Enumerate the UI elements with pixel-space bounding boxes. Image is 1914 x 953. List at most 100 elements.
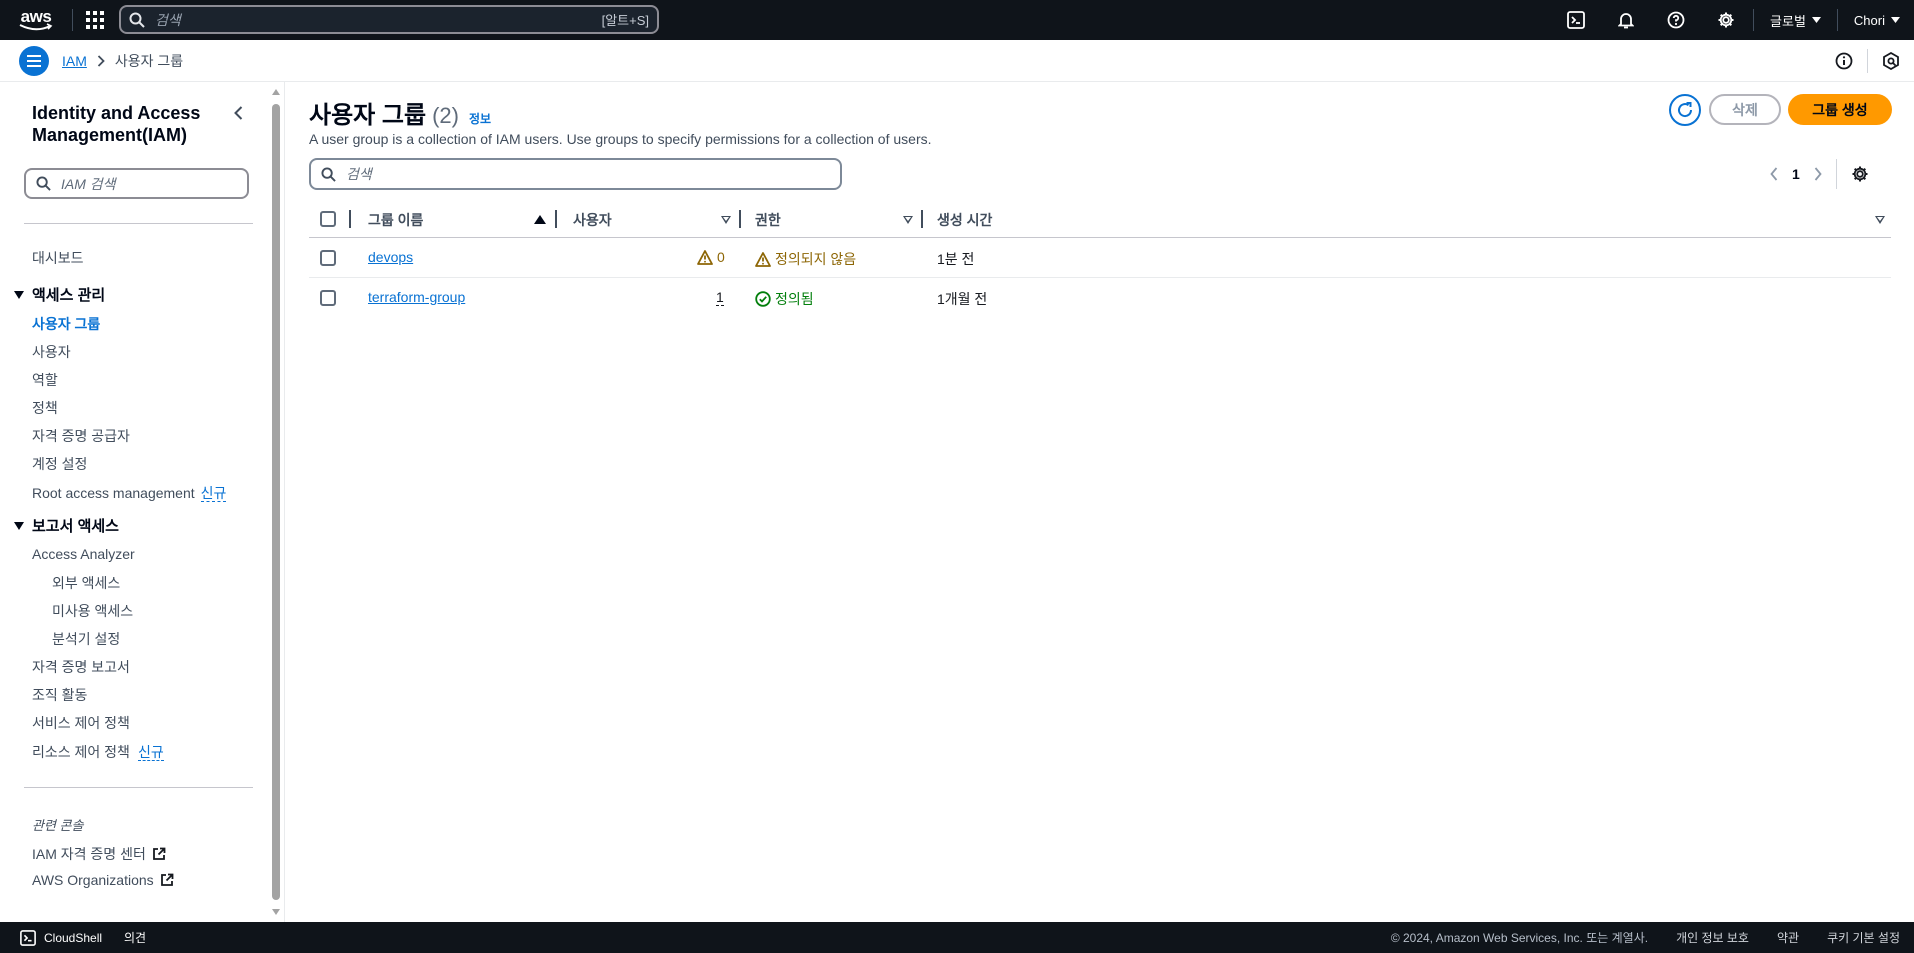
sidebar-scrollbar[interactable]: [271, 88, 281, 918]
sidebar-item-roles[interactable]: 역할: [32, 370, 58, 390]
column-header-users[interactable]: 사용자: [573, 210, 612, 230]
row-checkbox[interactable]: [320, 250, 336, 266]
permission-status: 정의되지 않음: [775, 251, 857, 267]
created-cell: 1분 전: [937, 251, 975, 267]
iam-search-placeholder: IAM 검색: [61, 175, 116, 192]
link-label: AWS Organizations: [32, 872, 154, 888]
column-header-created[interactable]: 생성 시간: [937, 210, 992, 230]
warning-icon: [755, 251, 771, 267]
sidebar-item-credential-report[interactable]: 자격 증명 보고서: [32, 657, 130, 677]
sort-icon[interactable]: [721, 216, 731, 224]
global-search-placeholder: 검색: [155, 11, 181, 28]
related-consoles-heading: 관련 콘솔: [32, 818, 84, 833]
collapse-sidebar-icon[interactable]: [228, 103, 248, 123]
sort-icon[interactable]: [903, 216, 913, 224]
sidebar: Identity and Access Management(IAM) IAM …: [0, 82, 285, 922]
bell-icon[interactable]: [1601, 0, 1651, 40]
account-menu[interactable]: Chori: [1840, 0, 1914, 40]
terms-link[interactable]: 약관: [1777, 929, 1799, 946]
region-selector[interactable]: 글로벌: [1756, 0, 1835, 40]
group-name-cell: devops: [368, 249, 413, 265]
breadcrumb-current: 사용자 그룹: [114, 53, 184, 69]
create-group-button[interactable]: 그룹 생성: [1788, 94, 1892, 125]
new-badge: 신규: [137, 744, 164, 761]
hamburger-menu-icon[interactable]: [19, 46, 49, 76]
page-title: 사용자 그룹: [309, 102, 427, 129]
cloudshell-icon[interactable]: [1551, 0, 1601, 40]
current-page[interactable]: 1: [1792, 166, 1800, 182]
search-shortcut: [알트+S]: [601, 13, 649, 28]
breadcrumb-iam-link[interactable]: IAM: [62, 53, 87, 69]
top-navigation: aws 검색 [알트+S] 글로벌 Chori: [0, 0, 1914, 40]
sidebar-item-identity-providers[interactable]: 자격 증명 공급자: [32, 426, 130, 446]
caret-down-icon: [1891, 17, 1900, 23]
users-cell: 0: [697, 249, 725, 265]
iam-search-input[interactable]: IAM 검색: [24, 168, 249, 199]
sidebar-section-report-access[interactable]: 보고서 액세스: [14, 515, 119, 536]
sidebar-item-user-groups[interactable]: 사용자 그룹: [32, 314, 100, 334]
global-search-input[interactable]: 검색 [알트+S]: [119, 5, 659, 34]
cloudshell-button[interactable]: CloudShell: [20, 922, 102, 953]
refresh-button[interactable]: [1669, 94, 1701, 126]
sidebar-link-identity-center[interactable]: IAM 자격 증명 센터: [32, 844, 166, 864]
feedback-link[interactable]: 의견: [124, 922, 146, 953]
cookie-preferences-link[interactable]: 쿠키 기본 설정: [1827, 929, 1900, 946]
sidebar-item-unused-access[interactable]: 미사용 액세스: [52, 601, 133, 621]
select-all-checkbox[interactable]: [320, 211, 336, 227]
main-content: 사용자 그룹 (2) 정보 A user group is a collecti…: [286, 82, 1914, 922]
gear-icon[interactable]: [1701, 0, 1751, 40]
aws-logo[interactable]: aws: [0, 0, 72, 40]
sidebar-section-access-management[interactable]: 액세스 관리: [14, 284, 105, 305]
group-link-terraform[interactable]: terraform-group: [368, 289, 465, 305]
column-divider: [921, 210, 923, 228]
sort-icon[interactable]: [1875, 216, 1885, 224]
sidebar-item-scp[interactable]: 서비스 제어 정책: [32, 713, 130, 733]
sidebar-item-analyzer-settings[interactable]: 분석기 설정: [52, 629, 120, 649]
refresh-icon: [1678, 102, 1693, 118]
table-search-input[interactable]: 검색: [309, 158, 842, 190]
new-badge: 신규: [200, 485, 227, 502]
sidebar-item-dashboard[interactable]: 대시보드: [32, 248, 84, 268]
pagination: 1: [1770, 159, 1869, 189]
user-count: 0: [717, 249, 725, 265]
sidebar-item-policies[interactable]: 정책: [32, 398, 58, 418]
sidebar-item-org-activity[interactable]: 조직 활동: [32, 685, 87, 705]
apps-grid-icon[interactable]: [73, 0, 117, 40]
sidebar-link-organizations[interactable]: AWS Organizations: [32, 872, 174, 888]
next-page-icon[interactable]: [1814, 167, 1822, 181]
caret-down-icon: [14, 521, 24, 530]
group-link-devops[interactable]: devops: [368, 249, 413, 265]
security-hub-icon[interactable]: [1868, 40, 1914, 82]
table-header: 그룹 이름 사용자 권한 생성 시간: [309, 200, 1891, 238]
user-groups-table: 그룹 이름 사용자 권한 생성 시간 devops 0 정의되지 않음 1분 전: [309, 200, 1891, 318]
sidebar-item-users[interactable]: 사용자: [32, 342, 71, 362]
table-settings-gear-icon[interactable]: [1851, 165, 1869, 183]
help-icon[interactable]: [1651, 0, 1701, 40]
sidebar-item-account-settings[interactable]: 계정 설정: [32, 454, 87, 474]
user-count[interactable]: 1: [716, 289, 724, 306]
sidebar-item-external-access[interactable]: 외부 액세스: [52, 573, 120, 593]
prev-page-icon[interactable]: [1770, 167, 1778, 181]
info-link[interactable]: 정보: [469, 110, 491, 127]
link-label: IAM 자격 증명 센터: [32, 846, 146, 862]
search-icon: [36, 176, 51, 191]
permission-cell: 정의되지 않음: [755, 249, 856, 269]
caret-down-icon: [14, 290, 24, 299]
privacy-link[interactable]: 개인 정보 보호: [1676, 929, 1749, 946]
row-checkbox[interactable]: [320, 290, 336, 306]
sidebar-title: Identity and Access Management(IAM): [32, 103, 201, 145]
delete-button[interactable]: 삭제: [1709, 94, 1781, 125]
sidebar-item-access-analyzer[interactable]: Access Analyzer: [32, 546, 135, 562]
page-header: 사용자 그룹 (2) 정보: [309, 95, 491, 130]
scroll-up-icon: [272, 89, 280, 95]
cloudshell-icon: [20, 929, 36, 946]
footer: CloudShell 의견 © 2024, Amazon Web Service…: [0, 922, 1914, 953]
column-header-permissions[interactable]: 권한: [755, 210, 781, 230]
sidebar-item-resource-control-policies[interactable]: 리소스 제어 정책 신규: [32, 742, 164, 762]
column-header-group-name[interactable]: 그룹 이름: [368, 210, 423, 230]
sort-ascending-icon[interactable]: [534, 215, 546, 224]
info-panel-icon[interactable]: [1821, 40, 1867, 82]
sidebar-item-root-access[interactable]: Root access management 신규: [32, 483, 227, 503]
scrollbar-thumb[interactable]: [272, 104, 280, 900]
group-count: (2): [432, 103, 459, 128]
